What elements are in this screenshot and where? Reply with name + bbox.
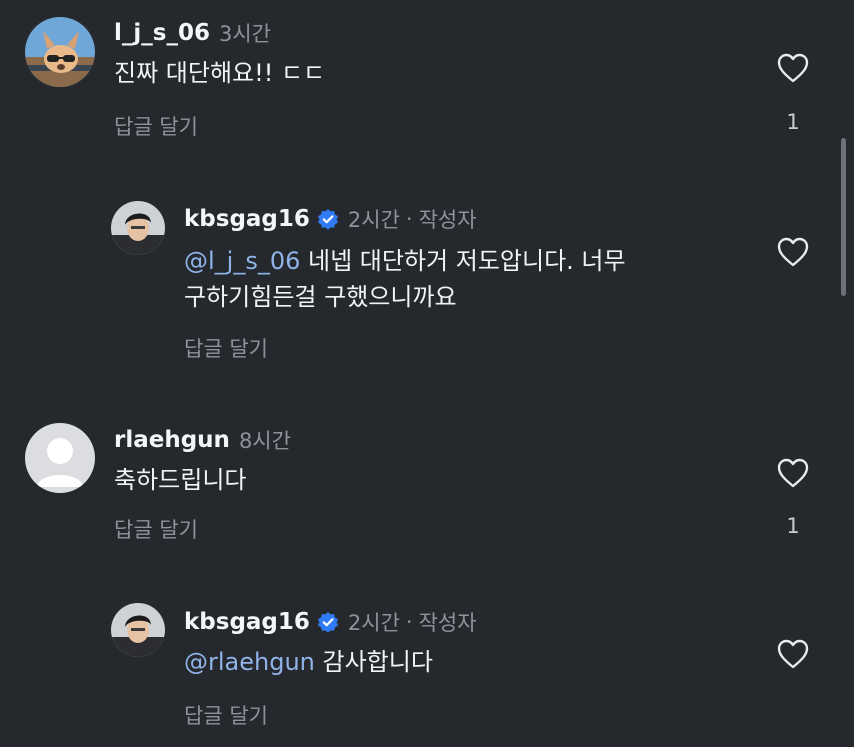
comment-username[interactable]: rlaehgun (114, 427, 230, 453)
comment-text: 진짜 대단해요!! ㄷㄷ (114, 59, 326, 87)
comment-username[interactable]: l_j_s_06 (114, 20, 210, 46)
mention-link[interactable]: @l_j_s_06 (184, 247, 300, 275)
comment-text-line1: 네넵 대단하거 저도압니다. 너무 (300, 247, 626, 275)
comment-time: 2시간 (347, 208, 400, 232)
comment-username[interactable]: kbsgag16 (184, 206, 310, 232)
separator-dot: · (405, 207, 413, 231)
like-count: 1 (786, 110, 800, 134)
reply-button[interactable]: 답글 달기 (184, 700, 268, 730)
comment-username[interactable]: kbsgag16 (184, 609, 310, 635)
man-portrait-image (111, 603, 165, 657)
mention-link[interactable]: @rlaehgun (184, 648, 315, 676)
avatar[interactable] (25, 17, 95, 87)
reply-button[interactable]: 답글 달기 (114, 111, 198, 141)
default-person-icon (25, 423, 95, 493)
reply-button[interactable]: 답글 달기 (184, 333, 268, 363)
avatar[interactable] (111, 201, 165, 255)
author-tag: 작성자 (418, 611, 477, 635)
comment-time: 3시간 (218, 22, 271, 46)
verified-badge-icon (317, 208, 339, 230)
scrollbar[interactable] (841, 138, 846, 296)
like-count: 1 (786, 514, 800, 538)
man-portrait-image (111, 201, 165, 255)
reply-button[interactable]: 답글 달기 (114, 514, 198, 544)
like-heart-icon[interactable] (776, 52, 810, 84)
comment-text: @l_j_s_06 네넵 대단하거 저도압니다. 너무 (184, 242, 626, 280)
comment-time: 2시간 (347, 611, 400, 635)
comment-text: @rlaehgun 감사합니다 (184, 643, 433, 681)
avatar[interactable] (111, 603, 165, 657)
comment-time: 8시간 (238, 429, 291, 453)
like-heart-icon[interactable] (776, 638, 810, 670)
author-tag: 작성자 (418, 208, 477, 232)
comment-text: 축하드립니다 (114, 466, 247, 494)
avatar[interactable] (25, 423, 95, 493)
dog-avatar-image (25, 17, 95, 87)
like-heart-icon[interactable] (776, 457, 810, 489)
comment-text-line2: 구하기힘든걸 구했으니까요 (184, 283, 457, 311)
like-heart-icon[interactable] (776, 236, 810, 268)
verified-badge-icon (317, 611, 339, 633)
separator-dot: · (405, 610, 413, 634)
comment-text-body: 감사합니다 (314, 648, 433, 676)
